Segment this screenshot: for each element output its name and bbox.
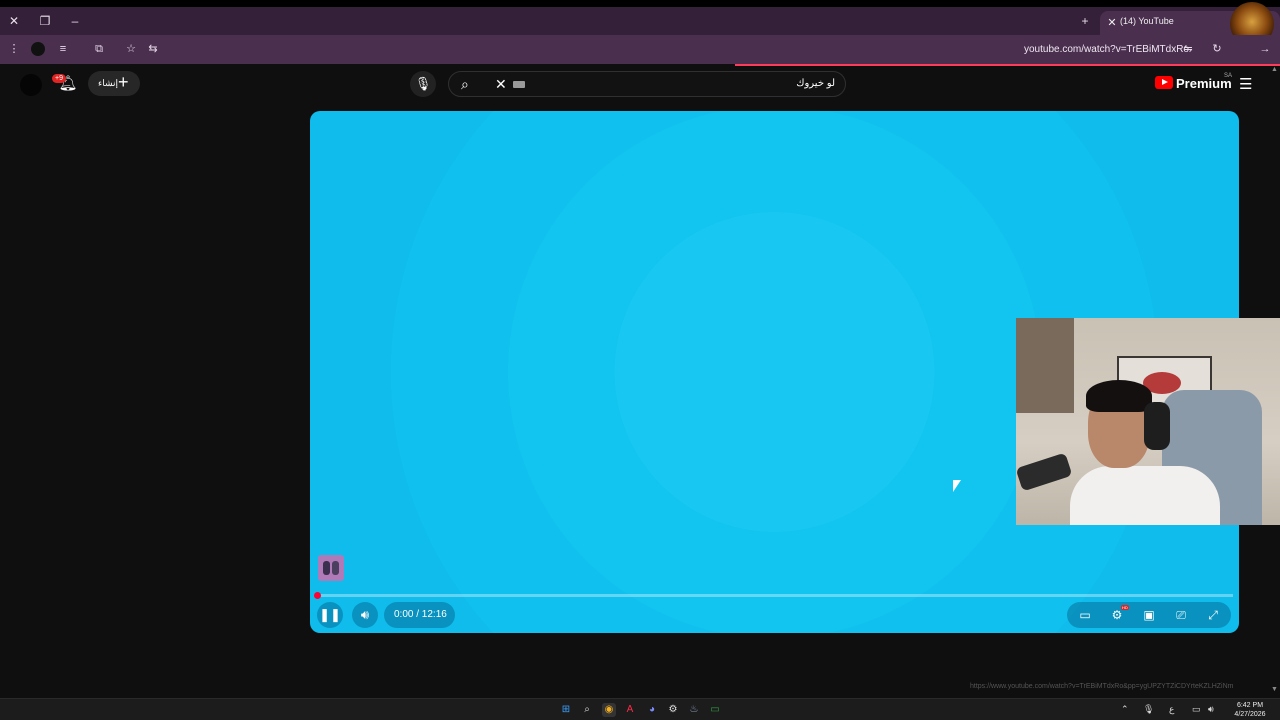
forward-icon[interactable]: → <box>1258 42 1272 56</box>
scroll-down-icon[interactable]: ▼ <box>1271 686 1278 693</box>
share-icon[interactable]: ⇆ <box>146 42 160 56</box>
browser-tab-bar: ✕ ❐ – + ✕ (14) YouTube <box>0 7 1280 35</box>
tray-volume-icon[interactable]: 🔊︎ <box>1208 704 1214 715</box>
volume-icon[interactable]: 🔊︎ <box>352 602 378 628</box>
cast-icon[interactable]: ⎚ <box>1173 607 1189 623</box>
reload-icon[interactable]: ↻ <box>1210 42 1224 56</box>
tray-chevron-icon[interactable]: ⌃ <box>1121 704 1129 715</box>
tray-network-icon[interactable]: ▭ <box>1192 704 1201 715</box>
chrome-taskbar-icon[interactable]: ◉ <box>602 703 616 717</box>
account-avatar[interactable] <box>20 74 42 96</box>
progress-bar[interactable] <box>314 592 1233 599</box>
clock-date: 4/27/2026 <box>1234 711 1266 718</box>
extensions-puzzle-icon[interactable]: ⧉ <box>92 42 106 56</box>
search-query: لو خيروك <box>796 78 835 89</box>
tab-title: (14) YouTube <box>1120 16 1174 26</box>
media-control-icon[interactable]: ≡ <box>56 42 70 56</box>
bookmark-star-icon[interactable]: ☆ <box>124 42 138 56</box>
settings-taskbar-icon[interactable]: ⚙ <box>666 703 680 717</box>
taskbar-clock[interactable]: 6:42 PM 4/27/2026 <box>1228 701 1272 719</box>
webcam-person-body <box>1070 466 1220 525</box>
time-text: 0:00 / 12:16 <box>394 609 447 620</box>
pause-button[interactable]: ❚❚ <box>317 602 343 628</box>
plus-icon: + <box>118 72 129 92</box>
time-display: 0:00 / 12:16 <box>384 602 455 628</box>
restore-window-icon[interactable]: ❐ <box>37 13 53 29</box>
clear-search-icon[interactable]: ✕ <box>495 76 507 93</box>
clock-time: 6:42 PM <box>1236 702 1264 709</box>
app-a-taskbar-icon[interactable]: A <box>623 703 637 717</box>
scrubber-handle[interactable] <box>314 592 321 599</box>
country-code: SA <box>1224 73 1233 79</box>
subtitles-icon[interactable]: ▭ <box>1077 607 1093 623</box>
more-options-icon[interactable]: ⋮ <box>7 42 21 56</box>
status-bar-url: https://www.youtube.com/watch?v=TrEBiMTd… <box>970 683 1234 690</box>
webcam-headset <box>1144 402 1170 450</box>
new-tab-button[interactable]: + <box>1077 13 1093 29</box>
notifications-badge: +9 <box>52 74 66 83</box>
youtube-header: 🔔︎ +9 إنشاء + 🎙︎ ⌕ ✕ لو خيروك Premium SA… <box>0 66 1280 102</box>
taskbar-search-icon[interactable]: ⌕ <box>580 703 594 717</box>
search-icon[interactable]: ⌕ <box>461 76 469 93</box>
webcam-overlay <box>1016 318 1280 525</box>
webcam-curtain <box>1016 318 1074 413</box>
windows-taskbar: ⊞ ⌕ ◉ A ◕ ⚙ ♨ ▭ ⌃ 🎙︎ ع ▭ 🔊︎ 6:42 PM 4/27… <box>0 698 1280 720</box>
tray-language[interactable]: ع <box>1169 704 1174 715</box>
tray-mic-icon[interactable]: 🎙︎ <box>1143 704 1154 715</box>
hamburger-menu-icon[interactable]: ☰ <box>1239 75 1252 93</box>
minimize-window-icon[interactable]: – <box>67 13 83 29</box>
discord-taskbar-icon[interactable]: ◕ <box>645 703 659 717</box>
channel-thumbnail[interactable] <box>318 555 344 581</box>
create-button[interactable]: إنشاء + <box>88 71 140 96</box>
close-window-icon[interactable]: ✕ <box>6 13 22 29</box>
start-menu-icon[interactable]: ⊞ <box>559 703 573 717</box>
scroll-up-icon[interactable]: ▲ <box>1271 66 1278 73</box>
url-field[interactable]: youtube.com/watch?v=TrEBiMTdxRo <box>1024 44 1189 55</box>
youtube-logo-icon[interactable] <box>1155 76 1173 89</box>
theater-mode-icon[interactable]: ▣ <box>1141 607 1157 623</box>
create-label: إنشاء <box>98 78 119 88</box>
fullscreen-icon[interactable]: ⤢ <box>1205 607 1221 623</box>
webcam-microphone <box>1016 452 1073 492</box>
extension-icon[interactable] <box>31 42 45 56</box>
player-right-controls: ▭ ⚙ HD ▣ ⎚ ⤢ <box>1067 602 1231 628</box>
terminal-taskbar-icon[interactable]: ▭ <box>708 703 722 717</box>
site-settings-icon[interactable]: ⇋ <box>1181 42 1195 56</box>
top-strip <box>0 0 1280 7</box>
webcam-person-hair <box>1086 380 1152 412</box>
steam-taskbar-icon[interactable]: ♨ <box>687 703 701 717</box>
voice-search-mic-icon[interactable]: 🎙︎ <box>410 71 436 97</box>
tab-close-icon[interactable]: ✕ <box>1104 15 1120 31</box>
keyboard-icon[interactable] <box>513 81 525 88</box>
search-input[interactable]: ⌕ ✕ لو خيروك <box>448 71 846 97</box>
address-bar: ⋮ ≡ ⧉ ☆ ⇆ youtube.com/watch?v=TrEBiMTdxR… <box>0 35 1280 64</box>
mouse-cursor-icon <box>953 480 961 492</box>
hd-badge: HD <box>1121 605 1129 610</box>
